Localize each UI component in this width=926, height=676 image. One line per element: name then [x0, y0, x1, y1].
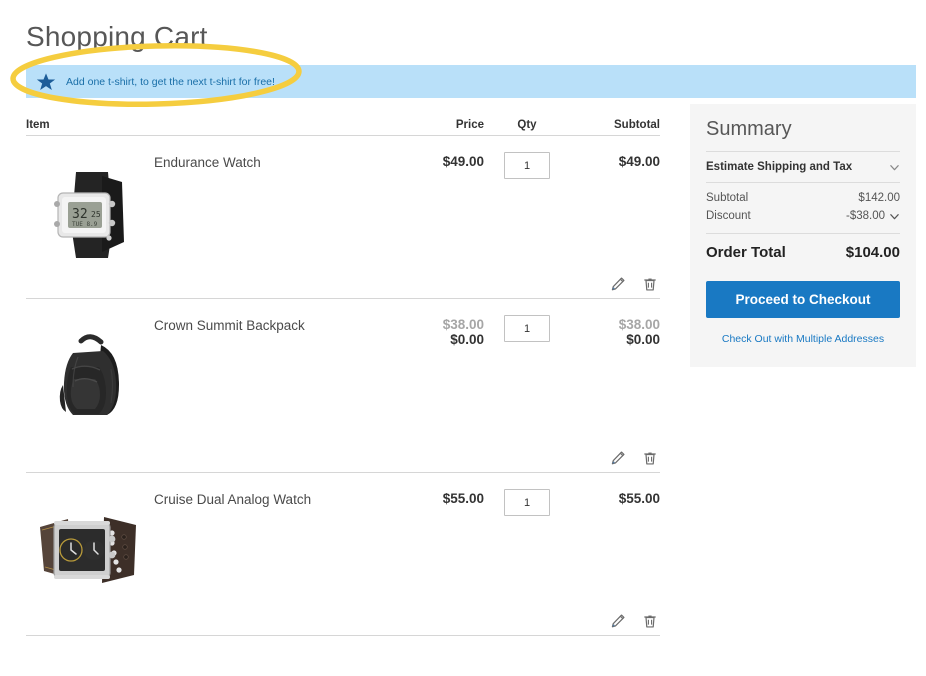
trash-icon[interactable]	[642, 450, 658, 466]
table-row: Crown Summit Backpack $38.00 $0.00 $38.0…	[26, 299, 660, 473]
order-total-row: Order Total $104.00	[706, 234, 900, 265]
quantity-input[interactable]	[504, 152, 550, 179]
quantity-input[interactable]	[504, 489, 550, 516]
svg-text:32: 32	[72, 207, 88, 222]
product-subtotal: $49.00	[618, 154, 660, 169]
edit-icon[interactable]	[610, 276, 626, 292]
summary-totals: Subtotal $142.00 Discount -$38.00	[706, 183, 900, 225]
row-action-group	[610, 276, 658, 292]
cart-table-header: Item Price Qty Subtotal	[26, 112, 660, 136]
promo-notice-text: Add one t-shirt, to get the next t-shirt…	[66, 75, 275, 88]
product-price-discounted: $0.00	[450, 332, 484, 347]
subtotal-label: Subtotal	[706, 192, 749, 204]
order-total-value: $104.00	[845, 244, 900, 261]
qty-cell	[484, 315, 570, 466]
product-price-original: $38.00	[442, 317, 484, 332]
product-name[interactable]: Endurance Watch	[154, 152, 261, 172]
product-name[interactable]: Crown Summit Backpack	[154, 315, 305, 335]
subtotal-value: $142.00	[858, 192, 900, 204]
svg-text:25: 25	[91, 210, 101, 219]
header-subtotal: Subtotal	[614, 119, 660, 131]
estimate-shipping-tax-label: Estimate Shipping and Tax	[706, 161, 853, 173]
edit-icon[interactable]	[610, 450, 626, 466]
subtotal-row: Subtotal $142.00	[706, 189, 900, 207]
product-thumbnail[interactable]	[26, 315, 154, 425]
order-total-label: Order Total	[706, 244, 786, 261]
star-icon	[36, 72, 56, 90]
proceed-to-checkout-button[interactable]: Proceed to Checkout	[706, 281, 900, 318]
crown-summit-backpack-image	[45, 329, 135, 425]
cart-table: Item Price Qty Subtotal 32 25 TUE 8.9 En…	[26, 112, 660, 636]
discount-label: Discount	[706, 210, 751, 222]
checkout-multiple-addresses-link[interactable]: Check Out with Multiple Addresses	[706, 333, 900, 345]
row-action-group	[610, 450, 658, 466]
discount-row[interactable]: Discount -$38.00	[706, 207, 900, 225]
quantity-input[interactable]	[504, 315, 550, 342]
header-qty: Qty	[517, 119, 537, 131]
product-subtotal-original: $38.00	[618, 317, 660, 332]
product-subtotal: $55.00	[618, 491, 660, 506]
row-action-group	[610, 613, 658, 629]
discount-value: -$38.00	[845, 210, 885, 222]
product-subtotal: $38.00 $0.00	[570, 315, 660, 466]
qty-cell	[484, 489, 570, 629]
product-thumbnail[interactable]: 32 25 TUE 8.9	[26, 152, 154, 262]
edit-icon[interactable]	[610, 613, 626, 629]
shopping-cart-page: Shopping Cart Add one t-shirt, to get th…	[0, 0, 926, 676]
cruise-dual-analog-watch-image	[38, 503, 142, 599]
cart-item-cell: Crown Summit Backpack	[26, 315, 388, 466]
product-thumbnail[interactable]	[26, 489, 154, 599]
product-price: $38.00 $0.00	[388, 315, 484, 466]
page-title: Shopping Cart	[26, 20, 208, 52]
cart-item-cell: 32 25 TUE 8.9 Endurance Watch	[26, 152, 388, 292]
table-row: 32 25 TUE 8.9 Endurance Watch $49.00 1 $…	[26, 136, 660, 299]
endurance-watch-image: 32 25 TUE 8.9	[46, 166, 134, 262]
promo-notice-banner: Add one t-shirt, to get the next t-shirt…	[26, 65, 916, 98]
trash-icon[interactable]	[642, 276, 658, 292]
summary-title: Summary	[706, 118, 792, 140]
trash-icon[interactable]	[642, 613, 658, 629]
table-row: Cruise Dual Analog Watch $55.00 $55.00	[26, 473, 660, 636]
estimate-shipping-tax-toggle[interactable]: Estimate Shipping and Tax	[706, 152, 900, 182]
discount-value-group: -$38.00	[846, 210, 900, 222]
cart-item-cell: Cruise Dual Analog Watch	[26, 489, 388, 629]
order-summary-panel: Summary Estimate Shipping and Tax Subtot…	[690, 104, 916, 367]
chevron-down-icon[interactable]	[889, 211, 900, 222]
product-subtotal-discounted: $0.00	[626, 332, 660, 347]
header-price: Price	[455, 119, 484, 131]
product-price: $55.00	[442, 491, 484, 506]
svg-text:TUE 8.9: TUE 8.9	[72, 221, 98, 228]
product-name[interactable]: Cruise Dual Analog Watch	[154, 489, 311, 509]
product-price: $49.00	[442, 154, 484, 169]
header-item: Item	[26, 119, 50, 131]
qty-cell	[484, 152, 570, 292]
chevron-down-icon	[890, 164, 899, 170]
